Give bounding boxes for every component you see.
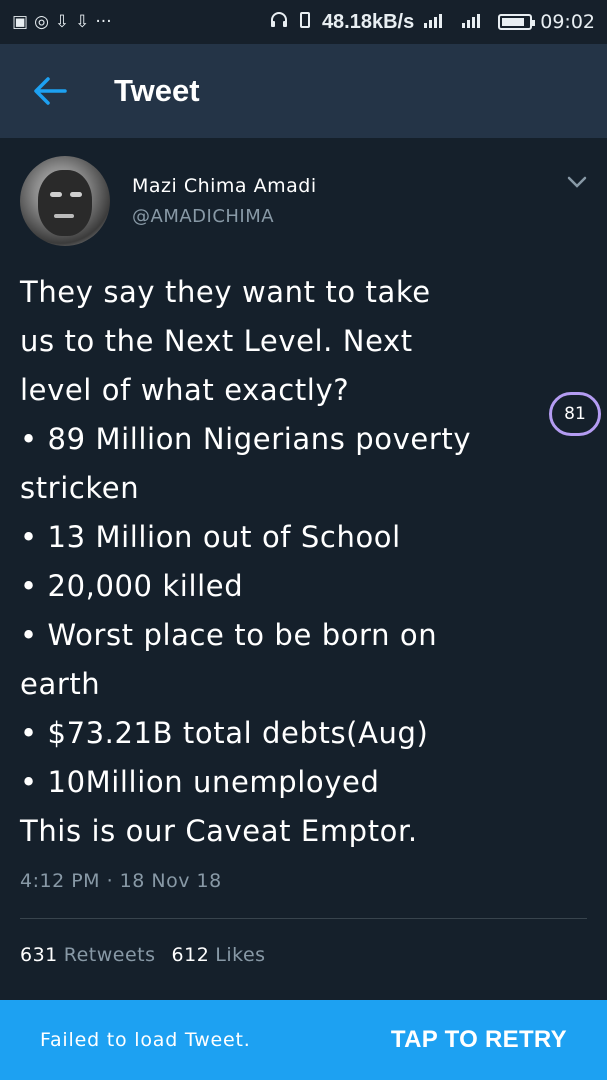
headphones-icon xyxy=(270,11,288,34)
notification-icon: ▣ xyxy=(12,12,29,32)
clock: 09:02 xyxy=(540,11,595,33)
page-title: Tweet xyxy=(114,73,200,108)
tweet-line: stricken xyxy=(20,471,140,505)
tweet-line: • 20,000 killed xyxy=(20,569,244,603)
tweet-line: us to the Next Level. Next xyxy=(20,324,413,358)
likes-label: Likes xyxy=(215,944,266,966)
author-handle[interactable]: @AMADICHIMA xyxy=(132,206,274,227)
back-arrow-icon[interactable] xyxy=(30,71,70,111)
signal-icon xyxy=(460,11,490,33)
download-icon: ⇩ xyxy=(75,12,90,32)
avatar-eye xyxy=(50,192,62,197)
tweet-line: • $73.21B total debts(Aug) xyxy=(20,716,429,750)
more-dots-icon: ··· xyxy=(95,12,112,32)
retweets-count: 631 xyxy=(20,944,58,966)
signal-icon xyxy=(422,11,452,33)
network-speed: 48.18kB/s xyxy=(321,10,415,33)
vibrate-icon xyxy=(296,11,314,34)
snackbar-message: Failed to load Tweet. xyxy=(40,1029,251,1051)
tweet-line: They say they want to take xyxy=(20,275,431,309)
retweets-label: Retweets xyxy=(63,944,156,966)
error-snackbar: Failed to load Tweet. TAP TO RETRY xyxy=(0,1000,607,1080)
battery-icon xyxy=(498,14,536,30)
whatsapp-icon: ◎ xyxy=(34,12,49,32)
tweet-stats: 631 Retweets 612 Likes xyxy=(20,944,266,966)
tweet-line: level of what exactly? xyxy=(20,373,350,407)
status-right-icons: 48.18kB/s 09:02 xyxy=(270,11,595,34)
avatar-face xyxy=(38,170,92,236)
status-bar: ▣ ◎ ⇩ ⇩ ··· 48.18kB/s 09:02 xyxy=(0,0,607,44)
likes-stat[interactable]: 612 Likes xyxy=(172,944,266,966)
tweet-line: This is our Caveat Emptor. xyxy=(20,814,418,848)
tweet-detail: Mazi Chima Amadi @AMADICHIMA They say th… xyxy=(0,138,607,998)
tweet-line: earth xyxy=(20,667,101,701)
tweet-timestamp: 4:12 PM · 18 Nov 18 xyxy=(20,870,222,892)
chevron-down-icon[interactable] xyxy=(564,172,590,192)
avatar-mouth xyxy=(54,214,74,218)
tweet-line: • 89 Million Nigerians poverty xyxy=(20,422,472,456)
likes-count: 612 xyxy=(171,944,210,966)
avatar-eye xyxy=(70,192,82,197)
tweet-line: • Worst place to be born on xyxy=(20,618,438,652)
avatar[interactable] xyxy=(20,156,110,246)
floating-counter-badge[interactable]: 81 xyxy=(549,392,601,436)
tweet-line: • 10Million unemployed xyxy=(20,765,380,799)
author-name[interactable]: Mazi Chima Amadi xyxy=(132,175,317,197)
divider xyxy=(20,918,587,919)
retweets-stat[interactable]: 631 Retweets xyxy=(20,944,156,966)
status-left-icons: ▣ ◎ ⇩ ⇩ ··· xyxy=(12,12,112,32)
retry-button[interactable]: TAP TO RETRY xyxy=(391,1026,567,1054)
tweet-text: They say they want to take us to the Nex… xyxy=(20,268,580,856)
download-icon: ⇩ xyxy=(54,12,70,32)
tweet-line: • 13 Million out of School xyxy=(20,520,401,554)
app-bar: Tweet xyxy=(0,44,607,138)
